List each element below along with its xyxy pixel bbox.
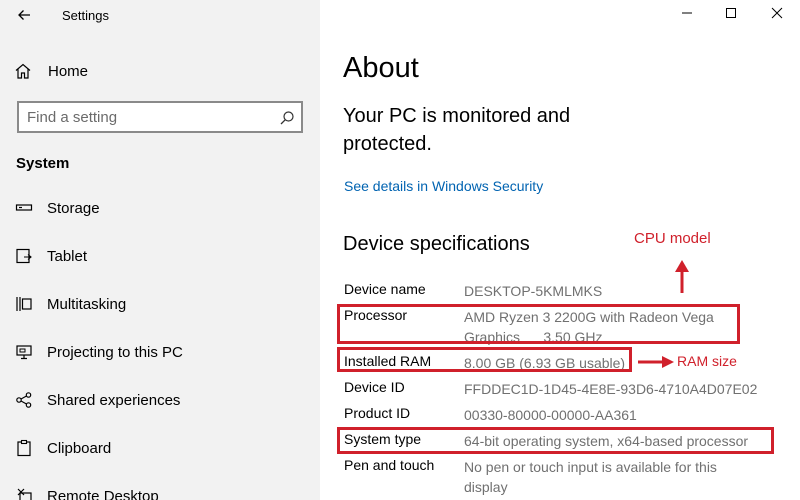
device-specs-heading: Device specifications <box>343 233 530 255</box>
section-title: System <box>16 155 70 172</box>
close-icon <box>771 7 783 19</box>
sidebar-item-storage[interactable]: Storage <box>14 196 314 220</box>
close-button[interactable] <box>766 3 788 23</box>
sidebar-item-label: Home <box>48 62 89 80</box>
home-icon <box>15 63 31 79</box>
shared-experiences-icon <box>14 390 34 410</box>
sidebar-item-clipboard[interactable]: Clipboard <box>14 436 314 460</box>
sidebar-item-label: Shared experiences <box>47 391 181 409</box>
sidebar-item-shared-experiences[interactable]: Shared experiences <box>14 388 314 412</box>
spec-value: No pen or touch input is available for t… <box>464 459 717 495</box>
sidebar-item-tablet[interactable]: Tablet <box>14 244 314 268</box>
search-input[interactable] <box>27 108 267 126</box>
sidebar-item-label: Remote Desktop <box>47 487 159 500</box>
sidebar-item-multitasking[interactable]: Multitasking <box>14 292 314 316</box>
cpu-arrow-icon <box>675 260 689 293</box>
sidebar-item-remote-desktop[interactable]: Remote Desktop <box>14 484 314 500</box>
remote-desktop-icon <box>14 486 34 500</box>
spec-key: Product ID <box>344 405 411 421</box>
sidebar-item-label: Storage <box>47 199 100 217</box>
maximize-button[interactable] <box>720 3 742 23</box>
sidebar-item-projecting[interactable]: Projecting to this PC <box>14 340 314 364</box>
spec-key: Device name <box>344 281 426 297</box>
minimize-icon <box>682 12 692 14</box>
spec-value: DESKTOP-5KMLMKS <box>464 283 603 299</box>
clipboard-icon <box>14 438 34 458</box>
sidebar: Settings Home System Storage Tablet Mult… <box>0 0 320 500</box>
back-button[interactable] <box>14 5 34 25</box>
sidebar-item-label: Projecting to this PC <box>47 343 183 361</box>
sidebar-item-label: Multitasking <box>47 295 127 313</box>
spec-key: Pen and touch <box>344 457 435 473</box>
ram-highlight-box <box>337 347 632 372</box>
page-title: About <box>343 52 419 84</box>
ram-arrow-icon <box>638 356 674 368</box>
ram-size-annotation: RAM size <box>677 353 737 369</box>
search-box <box>17 101 303 133</box>
spec-value: 00330-80000-00000-AA361 <box>464 407 637 423</box>
search-icon[interactable] <box>279 110 295 126</box>
tablet-icon <box>14 246 34 266</box>
spec-value: FFDDEC1D-1D45-4E8E-93D6-4710A4D07E02 <box>464 381 758 397</box>
storage-icon <box>14 198 34 218</box>
app-title: Settings <box>62 8 109 23</box>
sidebar-item-label: Clipboard <box>47 439 112 457</box>
protection-status: Your PC is monitored and protected. <box>343 105 571 155</box>
multitasking-icon <box>14 294 34 314</box>
maximize-icon <box>726 8 736 18</box>
windows-security-link[interactable]: See details in Windows Security <box>344 178 543 194</box>
projecting-icon <box>14 342 34 362</box>
spec-key: Device ID <box>344 379 405 395</box>
sidebar-item-label: Tablet <box>47 247 88 265</box>
system-type-highlight-box <box>337 427 774 454</box>
sidebar-item-home[interactable]: Home <box>14 60 88 82</box>
minimize-button[interactable] <box>676 3 698 23</box>
cpu-model-annotation: CPU model <box>634 230 711 247</box>
back-arrow-icon <box>18 10 30 20</box>
processor-highlight-box <box>337 304 740 344</box>
